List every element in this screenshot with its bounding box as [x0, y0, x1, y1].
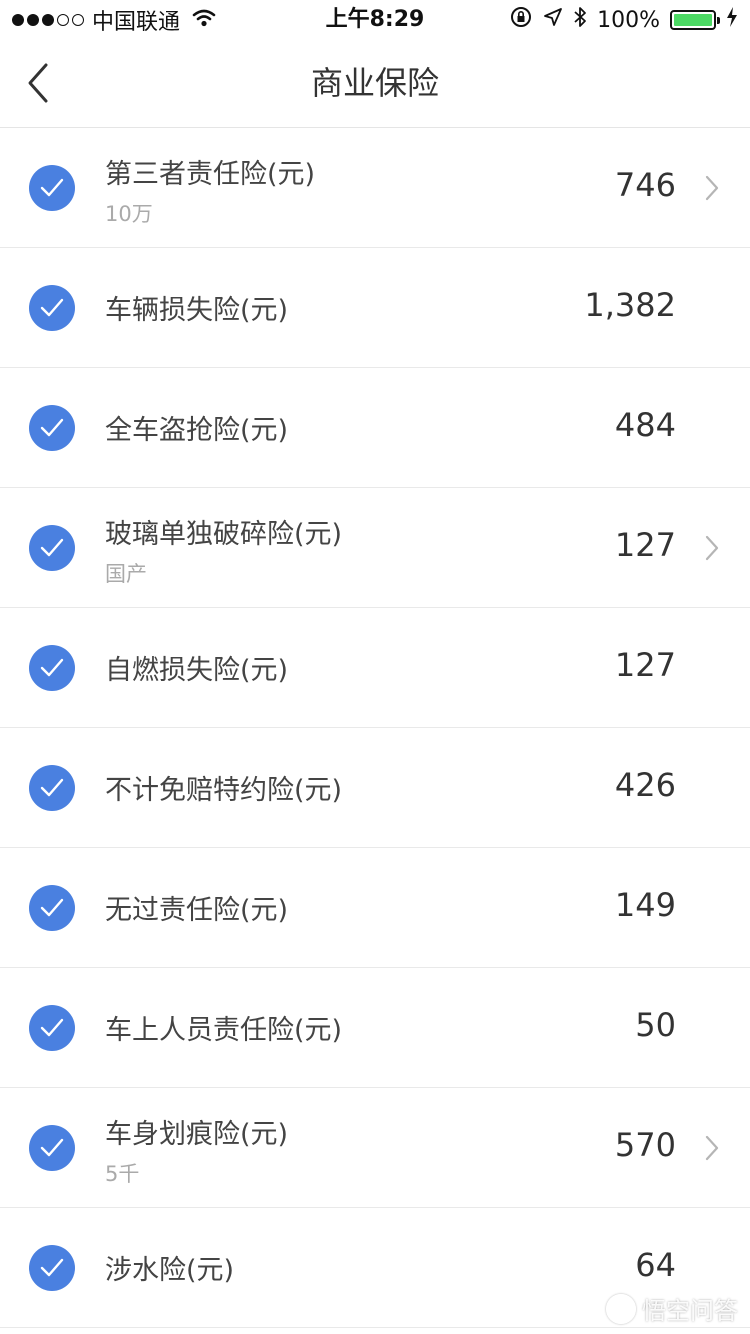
chevron-right-icon[interactable] [702, 533, 722, 563]
battery-percent: 100% [597, 7, 660, 33]
list-item: 自燃损失险(元) 127 [0, 608, 750, 728]
checkbox-checked[interactable] [29, 645, 75, 691]
checkmark-icon [40, 778, 64, 797]
watermark: 悟空问答 [606, 1291, 738, 1326]
rotation-lock-icon [509, 5, 533, 35]
watermark-logo-icon [606, 1293, 636, 1324]
navigation-bar: 商业保险 [0, 40, 750, 128]
premium-amount: 149 [614, 886, 676, 924]
premium-amount: 746 [614, 166, 676, 204]
checkbox-checked[interactable] [29, 285, 75, 331]
checkbox-checked[interactable] [29, 525, 75, 571]
premium-amount: 64 [635, 1246, 676, 1284]
list-item: 全车盗抢险(元) 484 [0, 368, 750, 488]
insurance-name: 不计免赔特约险(元) [105, 775, 343, 806]
premium-amount: 127 [614, 526, 676, 564]
checkbox-checked[interactable] [29, 405, 75, 451]
checkmark-icon [40, 898, 64, 917]
location-arrow-icon [543, 7, 563, 33]
premium-amount: 426 [614, 766, 676, 804]
list-item[interactable]: 玻璃单独破碎险(元) 国产 127 [0, 488, 750, 608]
checkmark-icon [40, 1018, 64, 1037]
insurance-coverage: 国产 [105, 562, 147, 586]
insurance-list: 第三者责任险(元) 10万 746 车辆损失险(元) 1,382 全车盗抢险(元) 484 玻… [0, 128, 750, 1328]
premium-amount: 1,382 [584, 286, 676, 324]
bluetooth-icon [573, 5, 587, 35]
checkbox-checked[interactable] [29, 1005, 75, 1051]
list-item: 车辆损失险(元) 1,382 [0, 248, 750, 368]
page-title: 商业保险 [310, 64, 439, 102]
list-item: 不计免赔特约险(元) 426 [0, 728, 750, 848]
insurance-name: 无过责任险(元) [105, 895, 289, 926]
insurance-name: 全车盗抢险(元) [105, 415, 289, 446]
checkmark-icon [40, 1138, 64, 1157]
charging-icon [726, 6, 738, 34]
insurance-coverage: 10万 [105, 202, 153, 226]
insurance-name: 玻璃单独破碎险(元) [105, 519, 343, 550]
premium-amount: 50 [635, 1006, 676, 1044]
premium-amount: 570 [614, 1126, 676, 1164]
premium-amount: 484 [614, 406, 676, 444]
insurance-name: 车辆损失险(元) [105, 295, 289, 326]
checkmark-icon [40, 1258, 64, 1277]
checkmark-icon [40, 658, 64, 677]
checkmark-icon [40, 298, 64, 317]
watermark-text: 悟空问答 [642, 1297, 738, 1325]
insurance-coverage: 5千 [105, 1162, 140, 1186]
checkbox-checked[interactable] [29, 165, 75, 211]
checkmark-icon [40, 538, 64, 557]
checkmark-icon [40, 418, 64, 437]
list-item: 无过责任险(元) 149 [0, 848, 750, 968]
list-item[interactable]: 第三者责任险(元) 10万 746 [0, 128, 750, 248]
checkbox-checked[interactable] [29, 1125, 75, 1171]
premium-amount: 127 [614, 646, 676, 684]
list-item[interactable]: 车身划痕险(元) 5千 570 [0, 1088, 750, 1208]
chevron-right-icon[interactable] [702, 1133, 722, 1163]
battery-icon [670, 10, 720, 30]
status-bar: 中国联通 上午8:29 100% [0, 0, 750, 40]
insurance-name: 车上人员责任险(元) [105, 1015, 343, 1046]
insurance-name: 车身划痕险(元) [105, 1119, 289, 1150]
list-item: 车上人员责任险(元) 50 [0, 968, 750, 1088]
checkmark-icon [40, 178, 64, 197]
insurance-name: 涉水险(元) [105, 1255, 235, 1286]
insurance-name: 第三者责任险(元) [105, 159, 316, 190]
checkbox-checked[interactable] [29, 1245, 75, 1291]
checkbox-checked[interactable] [29, 765, 75, 811]
status-right: 100% [509, 6, 738, 34]
chevron-right-icon[interactable] [702, 173, 722, 203]
insurance-name: 自燃损失险(元) [105, 655, 289, 686]
checkbox-checked[interactable] [29, 885, 75, 931]
